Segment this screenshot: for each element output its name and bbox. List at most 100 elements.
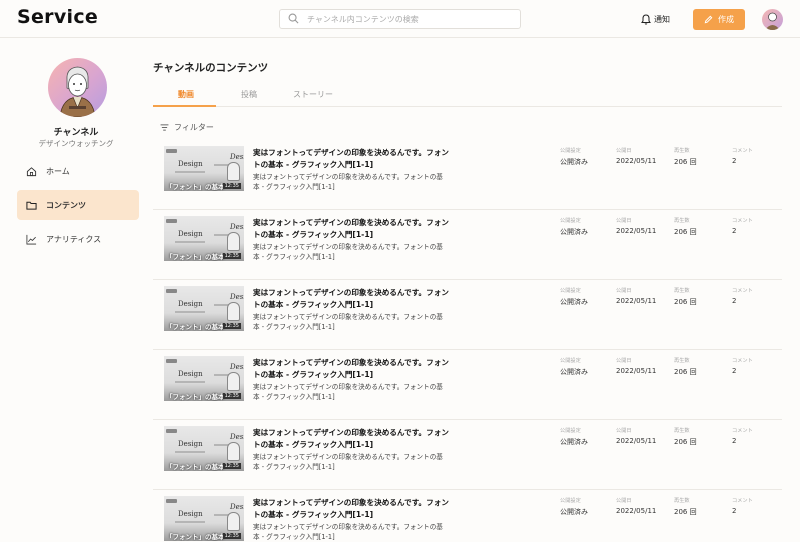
search-placeholder: チャンネル内コンテンツの検索 bbox=[307, 15, 419, 24]
comments-label: コメント bbox=[732, 428, 753, 434]
video-description: 実はフォントってデザインの印象を決めるんです。フォントの基本 - グラフィック入… bbox=[253, 383, 443, 401]
views-label: 再生数 bbox=[674, 358, 690, 364]
sidebar-item-label: ホーム bbox=[46, 166, 70, 176]
channel-avatar[interactable] bbox=[48, 58, 107, 117]
comments-value: 2 bbox=[732, 507, 737, 515]
channel-name: チャンネル bbox=[53, 128, 99, 138]
comments-label: コメント bbox=[732, 288, 753, 294]
comments-value: 2 bbox=[732, 437, 737, 445]
table-row[interactable]: Design Desig 「フォント」の基本 12:35 実はフォントってデザイ… bbox=[153, 280, 782, 350]
create-button[interactable]: 作成 bbox=[693, 9, 745, 30]
sidebar-item-contents[interactable]: コンテンツ bbox=[17, 190, 139, 220]
notifications-label: 通知 bbox=[654, 15, 670, 24]
video-title[interactable]: 実はフォントってデザインの印象を決めるんです。フォントの基本 - グラフィック入… bbox=[253, 287, 453, 311]
filter-icon bbox=[160, 124, 169, 131]
thumbnail-title: Design bbox=[178, 440, 203, 448]
comments-label: コメント bbox=[732, 148, 753, 154]
views-value: 206 回 bbox=[674, 228, 697, 236]
video-title[interactable]: 実はフォントってデザインの印象を決めるんです。フォントの基本 - グラフィック入… bbox=[253, 147, 453, 171]
thumbnail-caption: 「フォント」の基本 bbox=[166, 393, 225, 401]
views-label: 再生数 bbox=[674, 498, 690, 504]
video-title[interactable]: 実はフォントってデザインの印象を決めるんです。フォントの基本 - グラフィック入… bbox=[253, 357, 453, 381]
views-value: 206 回 bbox=[674, 158, 697, 166]
video-title[interactable]: 実はフォントってデザインの印象を決めるんです。フォントの基本 - グラフィック入… bbox=[253, 497, 453, 521]
tab-stories[interactable]: ストーリー bbox=[293, 89, 333, 100]
analytics-icon bbox=[26, 234, 37, 244]
thumbnail-title: Design bbox=[178, 300, 203, 308]
video-thumbnail[interactable]: Design Desig 「フォント」の基本 12:35 bbox=[164, 286, 244, 331]
sidebar: チャンネル デザインウォッチング ホーム コンテンツ アナリティクス bbox=[0, 39, 152, 542]
page-title: チャンネルのコンテンツ bbox=[153, 62, 269, 74]
thumbnail-title-right: Desig bbox=[230, 293, 244, 301]
thumbnail-tag bbox=[166, 429, 177, 433]
table-row[interactable]: Design Desig 「フォント」の基本 12:35 実はフォントってデザイ… bbox=[153, 350, 782, 420]
comments-label: コメント bbox=[732, 498, 753, 504]
views-label: 再生数 bbox=[674, 148, 690, 154]
video-description: 実はフォントってデザインの印象を決めるんです。フォントの基本 - グラフィック入… bbox=[253, 313, 443, 331]
video-thumbnail[interactable]: Design Desig 「フォント」の基本 12:35 bbox=[164, 356, 244, 401]
table-row[interactable]: Design Desig 「フォント」の基本 12:35 実はフォントってデザイ… bbox=[153, 420, 782, 490]
tab-videos[interactable]: 動画 bbox=[178, 89, 194, 100]
visibility-value: 公開済み bbox=[560, 438, 588, 446]
date-label: 公開日 bbox=[616, 358, 632, 364]
video-thumbnail[interactable]: Design Desig 「フォント」の基本 12:35 bbox=[164, 426, 244, 471]
visibility-label: 公開設定 bbox=[560, 288, 581, 294]
channel-illustration-icon bbox=[59, 66, 96, 117]
views-label: 再生数 bbox=[674, 218, 690, 224]
thumbnail-title: Design bbox=[178, 510, 203, 518]
thumbnail-character-icon bbox=[227, 442, 240, 461]
thumbnail-character-icon bbox=[227, 162, 240, 181]
video-description: 実はフォントってデザインの印象を決めるんです。フォントの基本 - グラフィック入… bbox=[253, 523, 443, 541]
date-label: 公開日 bbox=[616, 288, 632, 294]
date-value: 2022/05/11 bbox=[616, 297, 657, 305]
thumbnail-tag bbox=[166, 359, 177, 363]
video-thumbnail[interactable]: Design Desig 「フォント」の基本 12:35 bbox=[164, 496, 244, 541]
views-label: 再生数 bbox=[674, 428, 690, 434]
main-content: チャンネルのコンテンツ 動画 投稿 ストーリー フィルター Design Des… bbox=[153, 39, 800, 542]
filter-button[interactable]: フィルター bbox=[160, 122, 214, 133]
tab-posts[interactable]: 投稿 bbox=[241, 89, 257, 100]
thumbnail-title-right: Desig bbox=[230, 363, 244, 371]
thumbnail-caption: 「フォント」の基本 bbox=[166, 463, 225, 471]
pencil-icon bbox=[704, 15, 713, 24]
visibility-label: 公開設定 bbox=[560, 218, 581, 224]
table-row[interactable]: Design Desig 「フォント」の基本 12:35 実はフォントってデザイ… bbox=[153, 490, 782, 542]
thumbnail-duration: 12:35 bbox=[222, 533, 241, 539]
video-thumbnail[interactable]: Design Desig 「フォント」の基本 12:35 bbox=[164, 146, 244, 191]
comments-label: コメント bbox=[732, 358, 753, 364]
visibility-label: 公開設定 bbox=[560, 428, 581, 434]
thumbnail-line bbox=[175, 311, 205, 313]
thumbnail-duration: 12:35 bbox=[222, 253, 241, 259]
search-input[interactable]: チャンネル内コンテンツの検索 bbox=[279, 9, 521, 29]
notifications-button[interactable]: 通知 bbox=[641, 13, 670, 26]
video-title[interactable]: 実はフォントってデザインの印象を決めるんです。フォントの基本 - グラフィック入… bbox=[253, 427, 453, 451]
thumbnail-line bbox=[175, 381, 205, 383]
visibility-value: 公開済み bbox=[560, 508, 588, 516]
sidebar-item-analytics[interactable]: アナリティクス bbox=[17, 224, 139, 254]
table-row[interactable]: Design Desig 「フォント」の基本 12:35 実はフォントってデザイ… bbox=[153, 140, 782, 210]
visibility-label: 公開設定 bbox=[560, 498, 581, 504]
user-avatar[interactable] bbox=[762, 9, 783, 30]
date-value: 2022/05/11 bbox=[616, 437, 657, 445]
thumbnail-line bbox=[175, 241, 205, 243]
sidebar-item-home[interactable]: ホーム bbox=[17, 156, 139, 186]
thumbnail-tag bbox=[166, 219, 177, 223]
thumbnail-caption: 「フォント」の基本 bbox=[166, 533, 225, 541]
thumbnail-caption: 「フォント」の基本 bbox=[166, 183, 225, 191]
comments-value: 2 bbox=[732, 367, 737, 375]
thumbnail-title-right: Desig bbox=[230, 223, 244, 231]
logo[interactable]: Service bbox=[17, 6, 98, 28]
thumbnail-duration: 12:35 bbox=[222, 393, 241, 399]
video-thumbnail[interactable]: Design Desig 「フォント」の基本 12:35 bbox=[164, 216, 244, 261]
avatar-illustration-icon bbox=[765, 12, 780, 30]
date-label: 公開日 bbox=[616, 428, 632, 434]
thumbnail-title-right: Desig bbox=[230, 433, 244, 441]
channel-subtitle: デザインウォッチング bbox=[38, 139, 114, 148]
thumbnail-caption: 「フォント」の基本 bbox=[166, 323, 225, 331]
content-tabs: 動画 投稿 ストーリー bbox=[153, 84, 782, 107]
views-value: 206 回 bbox=[674, 298, 697, 306]
table-row[interactable]: Design Desig 「フォント」の基本 12:35 実はフォントってデザイ… bbox=[153, 210, 782, 280]
video-title[interactable]: 実はフォントってデザインの印象を決めるんです。フォントの基本 - グラフィック入… bbox=[253, 217, 453, 241]
sidebar-item-label: コンテンツ bbox=[46, 200, 86, 210]
video-description: 実はフォントってデザインの印象を決めるんです。フォントの基本 - グラフィック入… bbox=[253, 173, 443, 191]
